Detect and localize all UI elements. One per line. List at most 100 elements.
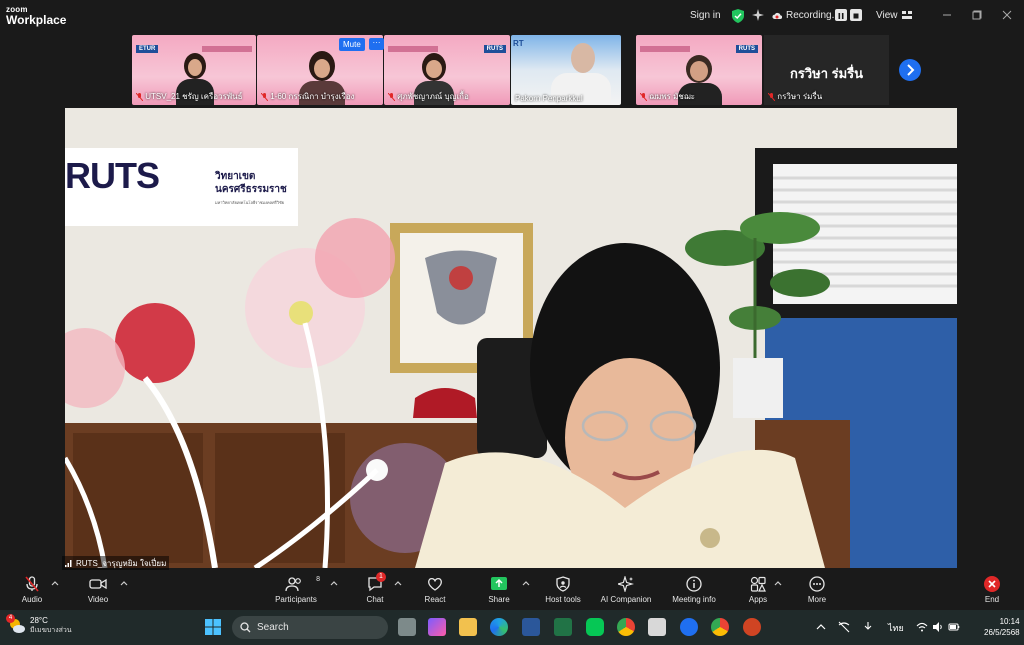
chat-button[interactable]: 1 Chat [362, 572, 388, 604]
ai-sparkle-icon [618, 576, 634, 592]
copilot-icon[interactable] [428, 618, 446, 636]
participants-icon [284, 577, 301, 592]
info-icon [686, 576, 702, 592]
chevron-up-icon[interactable] [774, 580, 782, 586]
system-clock[interactable]: 10:14 26/5/2568 [984, 616, 1020, 638]
thumbnail-tile[interactable]: ETUR UTSV_21 ชรัญ เครือวรพันธ์ [132, 35, 256, 105]
sign-line2: นครศรีธรรมราช [215, 184, 287, 195]
recording-label: Recording... [786, 10, 840, 21]
participant-face [426, 60, 442, 78]
more-button[interactable]: More [804, 576, 830, 604]
participants-label: Participants [275, 595, 317, 604]
view-label: View [876, 10, 898, 21]
main-video-name-text: RUTS_จารุญหยิม ใจเปี่ยม [76, 559, 167, 568]
chevron-up-icon[interactable] [330, 580, 338, 586]
pause-icon [838, 13, 844, 19]
search-icon [240, 622, 251, 633]
thumbnail-tile[interactable]: RT Pakorn Penparkkul [511, 35, 621, 105]
input-language[interactable]: ไทย [888, 621, 904, 635]
network-off-icon[interactable] [838, 621, 850, 633]
thumbnail-tile[interactable]: RUTS ศุภพัชญาภณ์ บุญเกื้อ [384, 35, 510, 105]
thumbnail-badge: ETUR [136, 45, 159, 53]
windows-taskbar: 4 28°C มีเมฆบางส่วน Search ไทย 10:14 26/… [0, 610, 1024, 645]
chevron-right-icon [907, 64, 915, 76]
next-page-button[interactable] [899, 59, 921, 81]
mute-participant-button[interactable]: Mute [339, 38, 365, 51]
react-button[interactable]: React [420, 576, 450, 604]
host-tools-button[interactable]: Host tools [540, 576, 586, 604]
end-meeting-button[interactable]: End [978, 576, 1006, 604]
audio-button[interactable]: Audio [16, 576, 48, 604]
chat-label: Chat [366, 595, 384, 604]
name-only-tile[interactable]: กรวิษา ร่มรื่น กรวิษา ร่มรื่น [764, 35, 889, 105]
chevron-up-icon[interactable] [51, 580, 59, 586]
sparkle-icon[interactable] [752, 9, 764, 21]
thumbnail-tile[interactable]: RUTS ฌมพร มัชฌะ [636, 35, 762, 105]
powerpoint-icon[interactable] [743, 618, 761, 636]
chrome-icon[interactable] [617, 618, 635, 636]
pause-recording-button[interactable] [835, 9, 847, 21]
edge-browser-icon[interactable] [490, 618, 508, 636]
main-video-name-label: RUTS_จารุญหยิม ใจเปี่ยม [62, 556, 170, 571]
sign-line1: วิทยาเขต [215, 171, 256, 182]
audio-label: Audio [21, 595, 43, 604]
line-app-icon[interactable] [586, 618, 604, 636]
apps-label: Apps [748, 595, 768, 604]
chevron-up-icon[interactable] [120, 580, 128, 586]
share-button[interactable]: Share [484, 576, 514, 604]
meeting-info-button[interactable]: Meeting info [668, 576, 720, 604]
stop-icon [853, 13, 859, 19]
share-label: Share [488, 595, 510, 604]
task-view-icon[interactable] [398, 618, 416, 636]
clock-time: 10:14 [999, 617, 1020, 626]
muted-microphone-icon [25, 576, 39, 592]
video-button[interactable]: Video [82, 576, 114, 604]
windows-start-icon[interactable] [204, 618, 222, 636]
shield-icon [556, 576, 570, 592]
thumbnail-name-text: UTSV_21 ชรัญ เครือวรพันธ์ [145, 92, 243, 101]
thumbnail-name-text: ศุภพัชญาภณ์ บุญเกื้อ [397, 92, 469, 101]
thumbnail-name: ศุภพัชญาภณ์ บุญเกื้อ [387, 90, 469, 103]
file-explorer-icon[interactable] [459, 618, 477, 636]
end-label: End [984, 595, 1000, 604]
participant-face [314, 59, 330, 78]
recording-indicator[interactable]: Recording... [772, 10, 840, 21]
thumbnail-name-text: 1-60 กรรณิกา บำรุงเรือง [270, 92, 355, 101]
chrome-profile-icon[interactable] [711, 618, 729, 636]
minimize-icon[interactable] [940, 9, 954, 21]
excel-icon[interactable] [554, 618, 572, 636]
banner-text-block [202, 46, 252, 52]
stop-recording-button[interactable] [850, 9, 862, 21]
zoom-app-icon[interactable] [680, 618, 698, 636]
sign-in-button[interactable]: Sign in [690, 10, 721, 21]
zoom-meeting-window: zoom Workplace Sign in Recording... View [0, 0, 1024, 645]
ai-companion-label: AI Companion [600, 595, 652, 604]
view-menu-button[interactable]: View [876, 10, 913, 21]
weather-widget[interactable]: 4 28°C มีเมฆบางส่วน [6, 614, 72, 636]
chevron-up-icon[interactable] [522, 580, 530, 586]
muted-mic-icon [387, 92, 396, 102]
word-icon[interactable] [522, 618, 540, 636]
wifi-icon[interactable] [916, 621, 928, 633]
close-icon[interactable] [1000, 9, 1014, 21]
main-video[interactable]: RUTS วิทยาเขต นครศรีธรรมราช มหาวิทยาลัยเ… [65, 108, 957, 568]
maximize-icon[interactable] [970, 9, 984, 21]
taskbar-search[interactable]: Search [232, 616, 388, 639]
ai-companion-button[interactable]: AI Companion [596, 576, 656, 604]
thumbnail-badge: RUTS [483, 45, 506, 53]
participants-button[interactable]: 8 Participants [272, 576, 320, 604]
volume-icon[interactable] [932, 621, 944, 633]
host-tools-label: Host tools [545, 595, 581, 604]
battery-icon[interactable] [948, 621, 960, 633]
snipping-tool-icon[interactable] [648, 618, 666, 636]
banner-text-block [388, 46, 438, 52]
shield-check-icon[interactable] [732, 9, 744, 23]
more-options-button[interactable]: ··· [369, 38, 384, 50]
tray-chevron-up-icon[interactable] [816, 623, 826, 631]
chevron-up-icon[interactable] [394, 580, 402, 586]
muted-mic-icon [135, 92, 144, 102]
location-icon[interactable] [862, 621, 874, 633]
participant-display-name: กรวิษา ร่มรื่น [789, 66, 864, 81]
heart-icon [428, 578, 442, 591]
apps-button[interactable]: Apps [744, 576, 772, 604]
